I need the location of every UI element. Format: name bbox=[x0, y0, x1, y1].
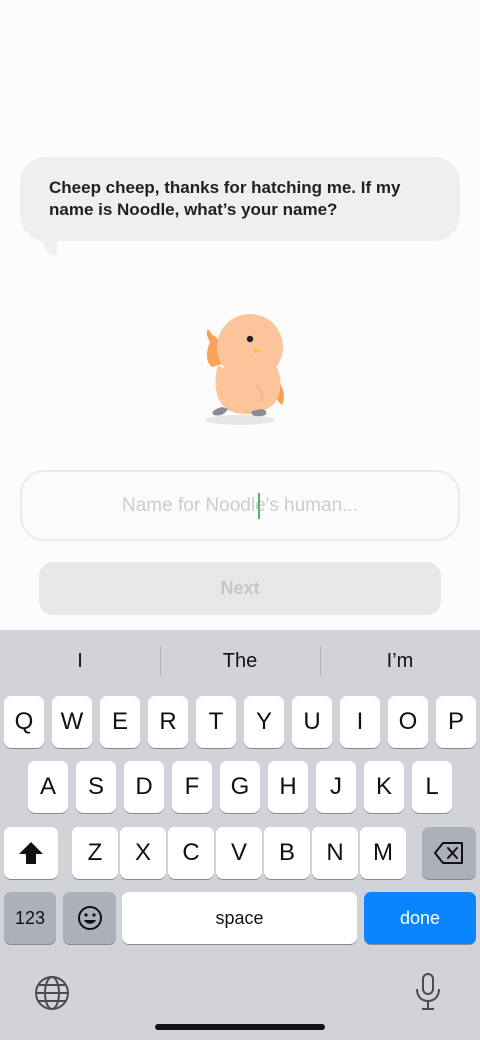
microphone-icon[interactable] bbox=[414, 972, 442, 1012]
next-button[interactable]: Next bbox=[39, 562, 441, 615]
chick-mascot-icon bbox=[205, 314, 284, 425]
key[interactable]: L bbox=[412, 761, 452, 813]
key[interactable]: K bbox=[364, 761, 404, 813]
shift-key[interactable] bbox=[4, 827, 58, 879]
key[interactable]: A bbox=[28, 761, 68, 813]
space-key[interactable]: space bbox=[122, 892, 357, 944]
suggestion-item[interactable]: The bbox=[160, 630, 320, 692]
key[interactable]: P bbox=[436, 696, 476, 748]
name-input[interactable]: Name for Noodle's human... bbox=[20, 470, 460, 541]
text-cursor bbox=[258, 492, 261, 519]
shift-icon bbox=[19, 842, 43, 864]
next-button-label: Next bbox=[220, 578, 260, 598]
numbers-key[interactable]: 123 bbox=[4, 892, 56, 944]
key[interactable]: B bbox=[264, 827, 310, 879]
home-indicator[interactable] bbox=[155, 1024, 325, 1030]
suggestion-item[interactable]: I’m bbox=[320, 630, 480, 692]
name-input-placeholder: Name for Noodle's human... bbox=[122, 494, 358, 516]
speech-bubble: Cheep cheep, thanks for hatching me. If … bbox=[20, 157, 460, 241]
emoji-key[interactable] bbox=[63, 892, 116, 944]
key[interactable]: H bbox=[268, 761, 308, 813]
key[interactable]: W bbox=[52, 696, 92, 748]
key[interactable]: N bbox=[312, 827, 358, 879]
delete-key[interactable] bbox=[422, 827, 476, 879]
key[interactable]: E bbox=[100, 696, 140, 748]
suggestion-bar: I The I’m bbox=[0, 630, 480, 692]
key[interactable]: U bbox=[292, 696, 332, 748]
speech-bubble-tail bbox=[30, 232, 60, 256]
emoji-icon bbox=[77, 906, 102, 930]
key[interactable]: C bbox=[168, 827, 214, 879]
key[interactable]: M bbox=[360, 827, 406, 879]
key[interactable]: Q bbox=[4, 696, 44, 748]
key[interactable]: O bbox=[388, 696, 428, 748]
keyboard: I The I’m Q W E R T Y U I O P A S D F G … bbox=[0, 630, 480, 1040]
key[interactable]: I bbox=[340, 696, 380, 748]
key[interactable]: Y bbox=[244, 696, 284, 748]
key[interactable]: S bbox=[76, 761, 116, 813]
done-key[interactable]: done bbox=[364, 892, 476, 944]
key[interactable]: G bbox=[220, 761, 260, 813]
key[interactable]: T bbox=[196, 696, 236, 748]
key[interactable]: X bbox=[120, 827, 166, 879]
key[interactable]: D bbox=[124, 761, 164, 813]
delete-icon bbox=[434, 842, 463, 864]
mascot-message: Cheep cheep, thanks for hatching me. If … bbox=[49, 178, 401, 219]
key[interactable]: F bbox=[172, 761, 212, 813]
key[interactable]: J bbox=[316, 761, 356, 813]
key[interactable]: Z bbox=[72, 827, 118, 879]
suggestion-item[interactable]: I bbox=[0, 630, 160, 692]
globe-icon[interactable] bbox=[34, 975, 70, 1011]
key[interactable]: V bbox=[216, 827, 262, 879]
key[interactable]: R bbox=[148, 696, 188, 748]
